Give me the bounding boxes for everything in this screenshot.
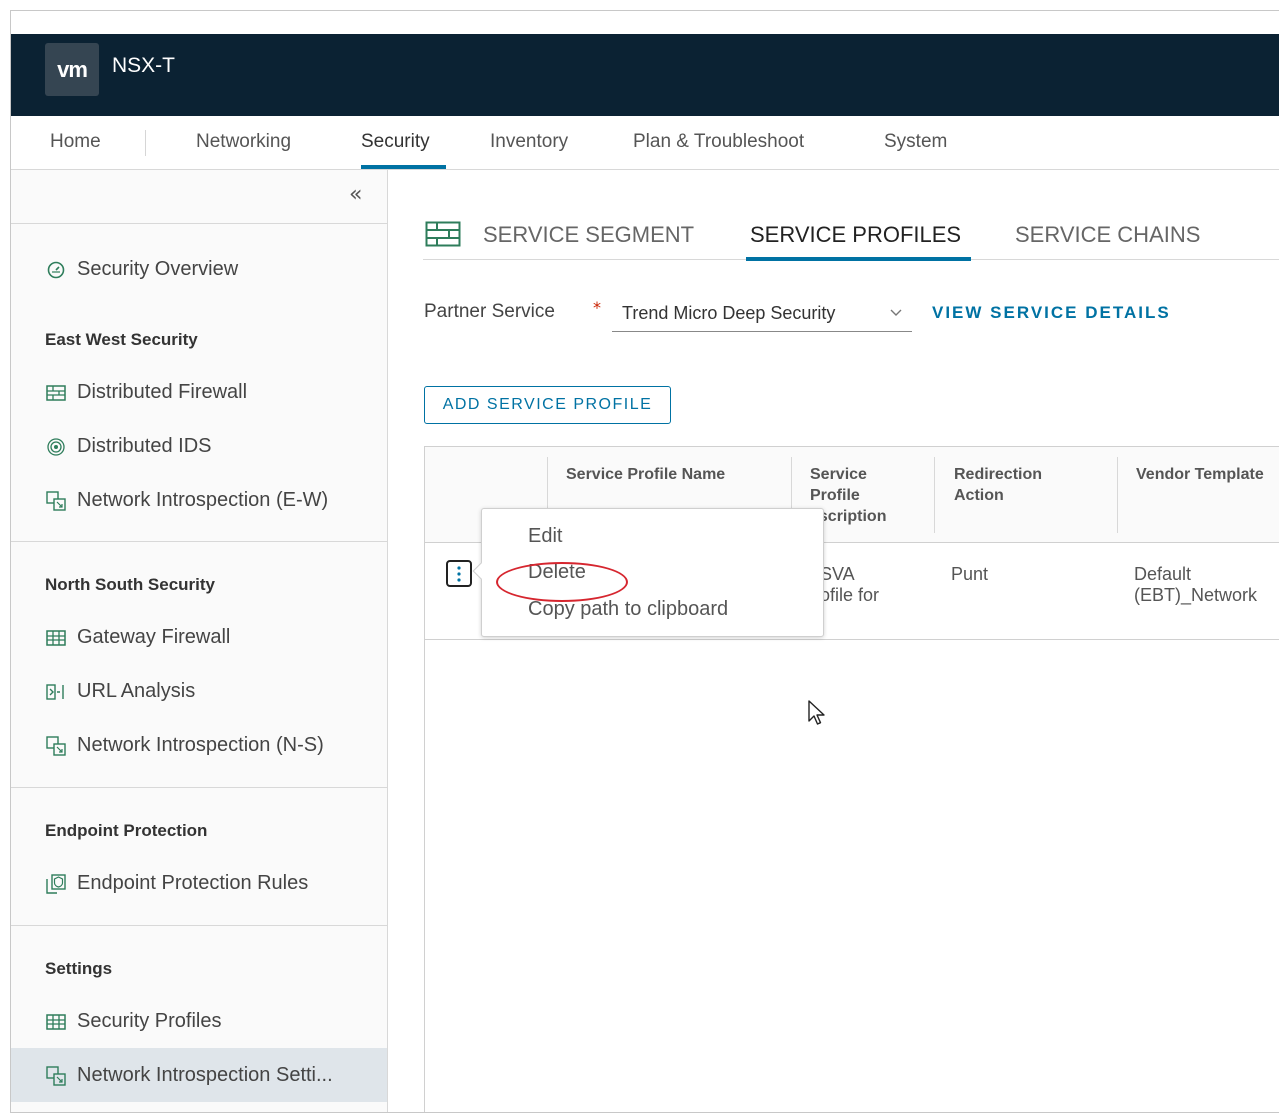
partner-service-label: Partner Service — [424, 301, 555, 322]
sidebar-item-label: Endpoint Protection Rules — [77, 872, 309, 894]
sidebar-item-label: URL Analysis — [77, 680, 196, 702]
nav-active-indicator — [361, 165, 446, 169]
sidebar-item-distributed-firewall[interactable]: Distributed Firewall — [45, 381, 247, 404]
main-nav: Home Networking Security Inventory Plan … — [11, 116, 1279, 170]
sidebar-divider — [11, 787, 387, 788]
cell-description: SVA ofile for — [820, 564, 879, 606]
sidebar-divider — [11, 925, 387, 926]
tab-service-chains[interactable]: SERVICE CHAINS — [1015, 222, 1200, 248]
service-segment-icon — [425, 221, 461, 251]
column-header-vendor-template[interactable]: Vendor Template — [1136, 464, 1264, 485]
sidebar-item-network-introspection-ew[interactable]: Network Introspection (E-W) — [45, 489, 328, 512]
cell-redirection-action: Punt — [951, 564, 989, 584]
menu-item-edit[interactable]: Edit — [528, 525, 562, 548]
header-text: Service Profile Name — [566, 466, 726, 483]
vertical-ellipsis-icon — [457, 565, 461, 582]
sidebar-item-security-overview[interactable]: Security Overview — [45, 258, 238, 281]
nav-home[interactable]: Home — [50, 131, 101, 153]
url-analysis-icon — [45, 681, 67, 703]
sidebar-item-endpoint-protection-rules[interactable]: Endpoint Protection Rules — [45, 872, 308, 895]
add-service-profile-button[interactable]: ADD SERVICE PROFILE — [424, 386, 671, 424]
sidebar-item-label: Distributed Firewall — [77, 381, 248, 403]
gauge-icon — [45, 259, 67, 281]
introspection-icon — [45, 490, 67, 512]
sidebar-divider — [11, 223, 387, 224]
sidebar-item-network-introspection-settings[interactable]: Network Introspection Setti... — [45, 1064, 333, 1087]
app-window: vm NSX-T Home Networking Security Invent… — [10, 10, 1279, 1113]
column-header-redirection-action[interactable]: Redirection Action — [954, 464, 1042, 506]
partner-service-select[interactable]: Trend Micro Deep Security — [612, 298, 912, 332]
column-divider — [1117, 457, 1118, 533]
introspection-icon — [45, 735, 67, 757]
nav-divider — [145, 130, 146, 156]
section-heading-east-west: East West Security — [45, 330, 198, 349]
sidebar-item-security-profiles[interactable]: Security Profiles — [45, 1010, 222, 1033]
nav-system[interactable]: System — [884, 131, 947, 153]
cell-text: SVA — [820, 564, 855, 584]
target-icon — [45, 436, 67, 458]
tab-service-profiles[interactable]: SERVICE PROFILES — [750, 222, 961, 248]
row-actions-button[interactable] — [446, 560, 472, 587]
gateway-firewall-icon — [45, 627, 67, 649]
sidebar-item-network-introspection-ns[interactable]: Network Introspection (N-S) — [45, 734, 324, 757]
header-text: Vendor Template — [1136, 466, 1264, 483]
header-text: Redirection — [954, 466, 1043, 483]
top-header: vm NSX-T — [11, 34, 1279, 116]
service-tabs: SERVICE SEGMENT SERVICE PROFILES SERVICE… — [423, 216, 1279, 261]
firewall-icon — [45, 382, 67, 404]
sidebar-item-distributed-ids[interactable]: Distributed IDS — [45, 435, 212, 458]
nav-plan-troubleshoot[interactable]: Plan & Troubleshoot — [633, 131, 804, 153]
sidebar-item-label: Network Introspection Setti... — [77, 1064, 333, 1086]
sidebar-item-label: Network Introspection (N-S) — [77, 734, 324, 756]
cell-vendor-template: Default (EBT)_Network — [1134, 564, 1257, 606]
column-divider — [934, 457, 935, 533]
view-service-details-link[interactable]: VIEW SERVICE DETAILS — [932, 303, 1171, 323]
sidebar-item-label: Distributed IDS — [77, 435, 212, 457]
sidebar-item-label: Gateway Firewall — [77, 626, 231, 648]
nav-inventory[interactable]: Inventory — [490, 131, 568, 153]
endpoint-protection-icon — [45, 873, 67, 895]
gateway-firewall-icon — [45, 1011, 67, 1033]
required-marker: * — [593, 298, 601, 317]
partner-service-value: Trend Micro Deep Security — [622, 303, 836, 323]
sidebar-item-label: Security Overview — [77, 258, 239, 280]
section-heading-settings: Settings — [45, 959, 113, 978]
cell-text: (EBT)_Network — [1134, 585, 1258, 605]
chevron-down-icon — [890, 304, 902, 320]
sidebar-divider — [11, 541, 387, 542]
sidebar-item-url-analysis[interactable]: URL Analysis — [45, 680, 195, 703]
section-heading-north-south: North South Security — [45, 575, 216, 594]
mouse-cursor-icon — [807, 699, 827, 731]
sidebar-item-gateway-firewall[interactable]: Gateway Firewall — [45, 626, 230, 649]
tab-service-segment[interactable]: SERVICE SEGMENT — [483, 222, 694, 248]
nav-networking[interactable]: Networking — [196, 131, 291, 153]
sidebar-item-label: Network Introspection (E-W) — [77, 489, 329, 511]
vmware-logo[interactable]: vm — [45, 43, 99, 96]
sidebar: « Security Overview East West Security D… — [11, 170, 388, 1112]
header-text: Service — [810, 466, 867, 483]
tab-active-indicator — [746, 257, 971, 261]
collapse-sidebar-icon[interactable]: « — [349, 182, 362, 207]
delete-highlight-annotation — [496, 562, 628, 602]
introspection-icon — [45, 1065, 67, 1087]
app-title: NSX-T — [112, 54, 175, 77]
sidebar-item-label: Security Profiles — [77, 1010, 222, 1032]
cell-text: ofile for — [820, 585, 880, 605]
section-heading-endpoint-protection: Endpoint Protection — [45, 821, 208, 840]
header-text: Profile — [810, 487, 860, 504]
cell-text: Default — [1134, 564, 1192, 584]
column-header-name[interactable]: Service Profile Name — [566, 464, 725, 485]
nav-security[interactable]: Security — [361, 131, 430, 153]
header-text: Action — [954, 487, 1004, 504]
